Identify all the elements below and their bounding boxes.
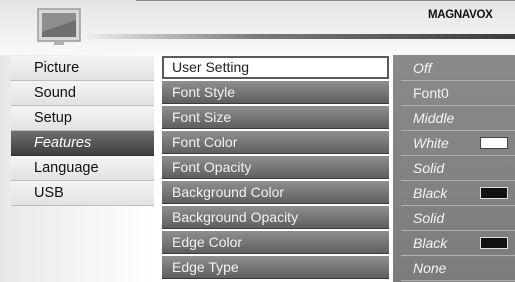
menu-item-label: Language bbox=[34, 160, 99, 176]
menu-item-sound[interactable]: Sound bbox=[11, 81, 154, 106]
tv-icon bbox=[37, 8, 81, 45]
setting-edge-type[interactable]: Edge Type bbox=[162, 256, 389, 279]
menu-item-language[interactable]: Language bbox=[11, 156, 154, 181]
value-text: Solid bbox=[413, 210, 445, 226]
main-menu: Picture Sound Setup Features Language US… bbox=[0, 55, 154, 282]
value-text: Solid bbox=[413, 160, 445, 176]
menu-item-label: Features bbox=[34, 135, 92, 151]
setting-label: User Setting bbox=[172, 59, 250, 75]
value-font-color[interactable]: White bbox=[401, 131, 515, 156]
value-text: Black bbox=[413, 235, 448, 251]
menu-item-label: Sound bbox=[34, 85, 76, 101]
setting-label: Edge Color bbox=[172, 234, 243, 250]
header-rule bbox=[86, 34, 515, 39]
value-edge-color[interactable]: Black bbox=[401, 231, 515, 256]
value-text: Middle bbox=[413, 110, 455, 126]
value-text: Off bbox=[413, 60, 432, 76]
value-font-style[interactable]: Font0 bbox=[401, 81, 515, 106]
setting-background-color[interactable]: Background Color bbox=[162, 181, 389, 204]
settings-values: Off Font0 Middle White Solid Black Solid… bbox=[393, 55, 515, 282]
setting-font-style[interactable]: Font Style bbox=[162, 81, 389, 104]
value-background-opacity[interactable]: Solid bbox=[401, 206, 515, 231]
color-swatch-black bbox=[480, 237, 508, 249]
setting-user-setting[interactable]: User Setting bbox=[162, 56, 389, 79]
brand-logo: MAGNAVOX bbox=[428, 9, 493, 21]
settings-list: User Setting Font Style Font Size Font C… bbox=[154, 55, 393, 282]
setting-edge-color[interactable]: Edge Color bbox=[162, 231, 389, 254]
value-edge-type[interactable]: None bbox=[401, 256, 515, 281]
setting-font-opacity[interactable]: Font Opacity bbox=[162, 156, 389, 179]
menu-item-features[interactable]: Features bbox=[11, 131, 154, 156]
value-text: None bbox=[413, 260, 447, 276]
color-swatch-black bbox=[480, 187, 508, 199]
value-background-color[interactable]: Black bbox=[401, 181, 515, 206]
menu-item-usb[interactable]: USB bbox=[11, 181, 154, 206]
value-text: Black bbox=[413, 185, 448, 201]
setting-label: Background Color bbox=[172, 184, 285, 200]
menu-item-setup[interactable]: Setup bbox=[11, 106, 154, 131]
setting-label: Background Opacity bbox=[172, 209, 299, 225]
header-bar: MAGNAVOX bbox=[0, 0, 515, 55]
setting-font-size[interactable]: Font Size bbox=[162, 106, 389, 129]
menu-item-label: USB bbox=[34, 185, 64, 201]
setting-label: Font Opacity bbox=[172, 159, 252, 175]
value-user-setting[interactable]: Off bbox=[401, 56, 515, 81]
value-font-size[interactable]: Middle bbox=[401, 106, 515, 131]
setting-label: Font Style bbox=[172, 84, 236, 100]
color-swatch-white bbox=[480, 137, 508, 149]
setting-background-opacity[interactable]: Background Opacity bbox=[162, 206, 389, 229]
setting-label: Font Size bbox=[172, 109, 232, 125]
value-font-opacity[interactable]: Solid bbox=[401, 156, 515, 181]
menu-item-picture[interactable]: Picture bbox=[11, 56, 154, 81]
header-divider bbox=[136, 0, 515, 1]
value-text: Font0 bbox=[413, 85, 449, 101]
setting-label: Edge Type bbox=[172, 259, 239, 275]
menu-item-label: Setup bbox=[34, 110, 72, 126]
value-text: White bbox=[413, 135, 449, 151]
setting-label: Font Color bbox=[172, 134, 238, 150]
menu-item-label: Picture bbox=[34, 60, 80, 76]
setting-font-color[interactable]: Font Color bbox=[162, 131, 389, 154]
